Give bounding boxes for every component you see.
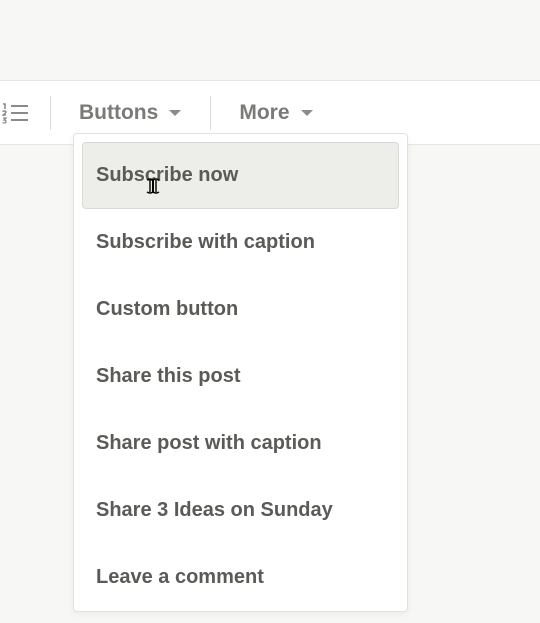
dropdown-item-label: Custom button: [96, 298, 238, 320]
more-label: More: [239, 101, 289, 125]
buttons-dropdown-menu: Subscribe now Subscribe with caption Cus…: [73, 133, 408, 612]
dropdown-item-subscribe-now[interactable]: Subscribe now: [82, 142, 399, 209]
dropdown-item-subscribe-with-caption[interactable]: Subscribe with caption: [82, 209, 399, 276]
buttons-label: Buttons: [79, 101, 158, 125]
toolbar-list-button[interactable]: [0, 81, 40, 144]
chevron-down-icon: [168, 108, 182, 118]
chevron-down-icon: [300, 108, 314, 118]
dropdown-item-share-3-ideas[interactable]: Share 3 Ideas on Sunday: [82, 477, 399, 544]
toolbar-divider: [50, 96, 51, 130]
toolbar-divider: [210, 96, 211, 130]
dropdown-item-label: Subscribe now: [96, 164, 238, 186]
dropdown-item-label: Share this post: [96, 365, 240, 387]
dropdown-item-label: Share post with caption: [96, 432, 322, 454]
dropdown-item-share-post-with-caption[interactable]: Share post with caption: [82, 410, 399, 477]
dropdown-item-share-this-post[interactable]: Share this post: [82, 343, 399, 410]
dropdown-item-custom-button[interactable]: Custom button: [82, 276, 399, 343]
dropdown-item-label: Share 3 Ideas on Sunday: [96, 499, 333, 521]
dropdown-item-label: Subscribe with caption: [96, 231, 315, 253]
numbered-list-icon: [2, 102, 28, 124]
dropdown-item-label: Leave a comment: [96, 566, 264, 588]
dropdown-item-leave-a-comment[interactable]: Leave a comment: [82, 544, 399, 611]
